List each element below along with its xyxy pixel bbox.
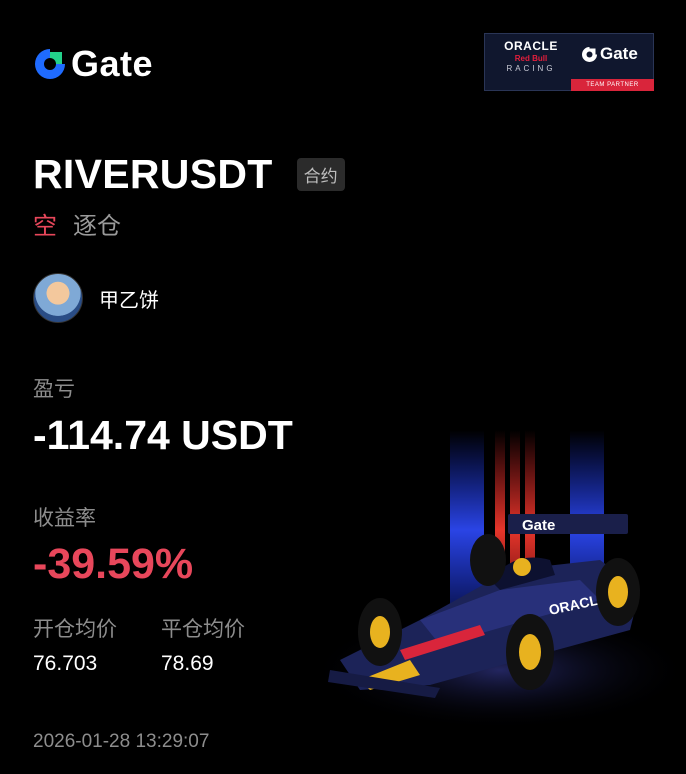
gate-logo-icon — [35, 49, 65, 79]
roi-label: 收益率 — [33, 506, 96, 530]
gate-small-logo-icon — [582, 46, 597, 62]
exit-price-value: 78.69 — [161, 652, 214, 675]
car-wing-text: Gate — [522, 517, 555, 534]
race-car-illustration: Gate ORACLE — [310, 430, 686, 730]
user-info: 甲乙饼 — [33, 273, 159, 323]
partner-racing-text: RACING — [506, 64, 556, 73]
team-partner-band: TEAM PARTNER — [571, 79, 654, 91]
exit-price-label: 平仓均价 — [161, 617, 245, 641]
partner-redbull-text: Red Bull — [514, 54, 548, 63]
trading-symbol: RIVERUSDT — [33, 151, 273, 197]
symbol-row: RIVERUSDT 合约 — [33, 151, 345, 198]
partner-oracle-text: ORACLE — [504, 39, 558, 53]
margin-mode: 逐仓 — [73, 212, 121, 240]
partner-badge: ORACLE Red Bull RACING Gate TEAM PARTNER — [484, 33, 654, 91]
roi-value: -39.59% — [33, 540, 194, 588]
position-side: 空 — [33, 212, 57, 240]
partner-gate-text: Gate — [600, 44, 638, 63]
avatar — [33, 273, 83, 323]
entry-price-value: 76.703 — [33, 652, 98, 675]
pnl-value: -114.74 USDT — [33, 412, 293, 458]
position-side-row: 空 逐仓 — [33, 206, 121, 241]
timestamp: 2026-01-28 13:29:07 — [33, 731, 210, 752]
username: 甲乙饼 — [99, 287, 159, 312]
gate-logo: Gate — [33, 46, 153, 82]
contract-tag: 合约 — [296, 158, 345, 191]
pnl-label: 盈亏 — [33, 377, 75, 401]
gate-logo-text: Gate — [71, 43, 154, 84]
entry-price-label: 开仓均价 — [33, 617, 117, 641]
